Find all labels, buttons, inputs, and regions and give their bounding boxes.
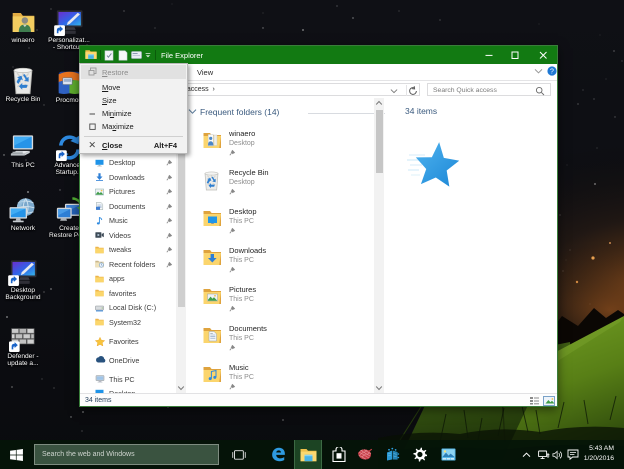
svg-text:?: ? xyxy=(550,68,554,75)
